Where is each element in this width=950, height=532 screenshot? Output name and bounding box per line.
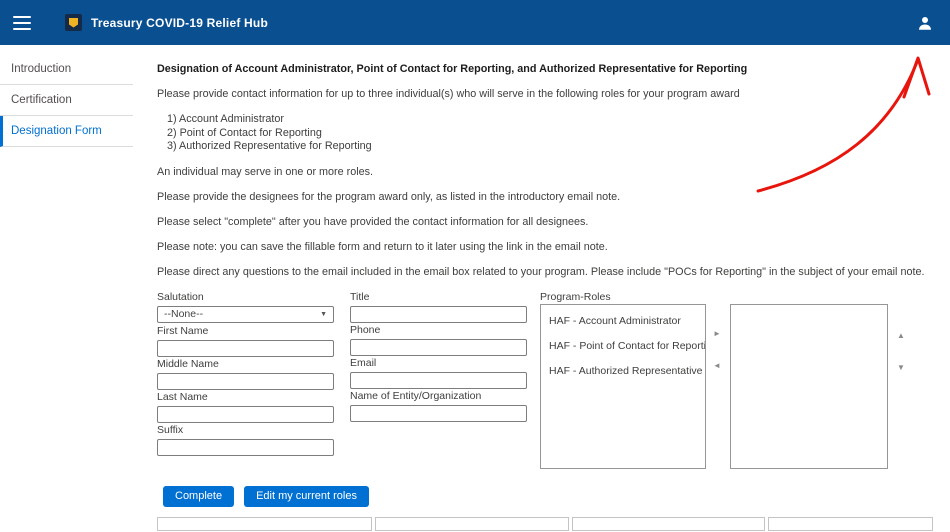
program-role-option[interactable]: HAF - Point of Contact for Reporting [541, 334, 705, 359]
edit-roles-button[interactable]: Edit my current roles [244, 486, 369, 507]
table-cell [375, 517, 569, 531]
phone-label: Phone [350, 324, 527, 336]
page-title: Designation of Account Administrator, Po… [157, 63, 937, 76]
last-name-label: Last Name [157, 391, 334, 403]
program-roles-selected-listbox[interactable] [730, 304, 888, 469]
program-roles-available-listbox[interactable]: HAF - Account Administrator HAF - Point … [540, 304, 706, 469]
sidebar: Introduction Certification Designation F… [0, 45, 133, 147]
intro-text: Please provide contact information for u… [157, 88, 937, 101]
paragraph: Please note: you can save the fillable f… [157, 241, 937, 254]
designation-form: Salutation --None-- ▼ First Name Middle … [157, 291, 937, 532]
move-right-icon[interactable]: ► [713, 330, 721, 338]
first-name-label: First Name [157, 325, 334, 337]
treasury-logo-icon [65, 14, 82, 31]
action-buttons: Complete Edit my current roles [163, 486, 369, 507]
main-content: Designation of Account Administrator, Po… [157, 63, 937, 532]
email-field[interactable] [350, 372, 527, 389]
complete-button[interactable]: Complete [163, 486, 234, 507]
move-down-icon[interactable]: ▼ [897, 364, 905, 372]
app-title: Treasury COVID-19 Relief Hub [91, 16, 268, 30]
paragraph: Please direct any questions to the email… [157, 266, 937, 279]
middle-name-label: Middle Name [157, 358, 334, 370]
title-field[interactable] [350, 306, 527, 323]
program-role-option[interactable]: HAF - Authorized Representative fo... [541, 359, 705, 384]
roles-list-item: 2) Point of Contact for Reporting [167, 127, 937, 141]
move-up-icon[interactable]: ▲ [897, 332, 905, 340]
table-cell [572, 517, 765, 531]
program-role-option[interactable]: HAF - Account Administrator [541, 309, 705, 334]
roles-list: 1) Account Administrator 2) Point of Con… [167, 113, 937, 154]
phone-field[interactable] [350, 339, 527, 356]
shield-icon [69, 18, 78, 28]
entity-field[interactable] [350, 405, 527, 422]
suffix-field[interactable] [157, 439, 334, 456]
paragraph: Please provide the designees for the pro… [157, 191, 937, 204]
move-left-icon[interactable]: ◄ [713, 362, 721, 370]
table-cell [768, 517, 933, 531]
sidebar-item-designation-form[interactable]: Designation Form [0, 116, 133, 147]
sidebar-item-certification[interactable]: Certification [0, 85, 133, 116]
roles-list-item: 3) Authorized Representative for Reporti… [167, 140, 937, 154]
salutation-label: Salutation [157, 291, 334, 303]
chevron-down-icon: ▼ [320, 311, 327, 318]
roles-list-item: 1) Account Administrator [167, 113, 937, 127]
sidebar-item-introduction[interactable]: Introduction [0, 54, 133, 85]
last-name-field[interactable] [157, 406, 334, 423]
middle-name-field[interactable] [157, 373, 334, 390]
salutation-select[interactable]: --None-- ▼ [157, 306, 334, 323]
paragraph: Please select "complete" after you have … [157, 216, 937, 229]
email-label: Email [350, 357, 527, 369]
entity-label: Name of Entity/Organization [350, 390, 527, 402]
first-name-field[interactable] [157, 340, 334, 357]
table-cell [157, 517, 372, 531]
menu-icon[interactable] [13, 16, 31, 30]
page: Treasury COVID-19 Relief Hub Introductio… [0, 0, 950, 532]
top-bar: Treasury COVID-19 Relief Hub [0, 0, 950, 45]
program-roles-label: Program-Roles [540, 291, 611, 303]
table-top-edge [157, 517, 933, 531]
paragraph: An individual may serve in one or more r… [157, 166, 937, 179]
suffix-label: Suffix [157, 424, 334, 436]
salutation-value: --None-- [164, 308, 203, 320]
user-avatar-icon[interactable] [916, 14, 934, 32]
title-label: Title [350, 291, 527, 303]
